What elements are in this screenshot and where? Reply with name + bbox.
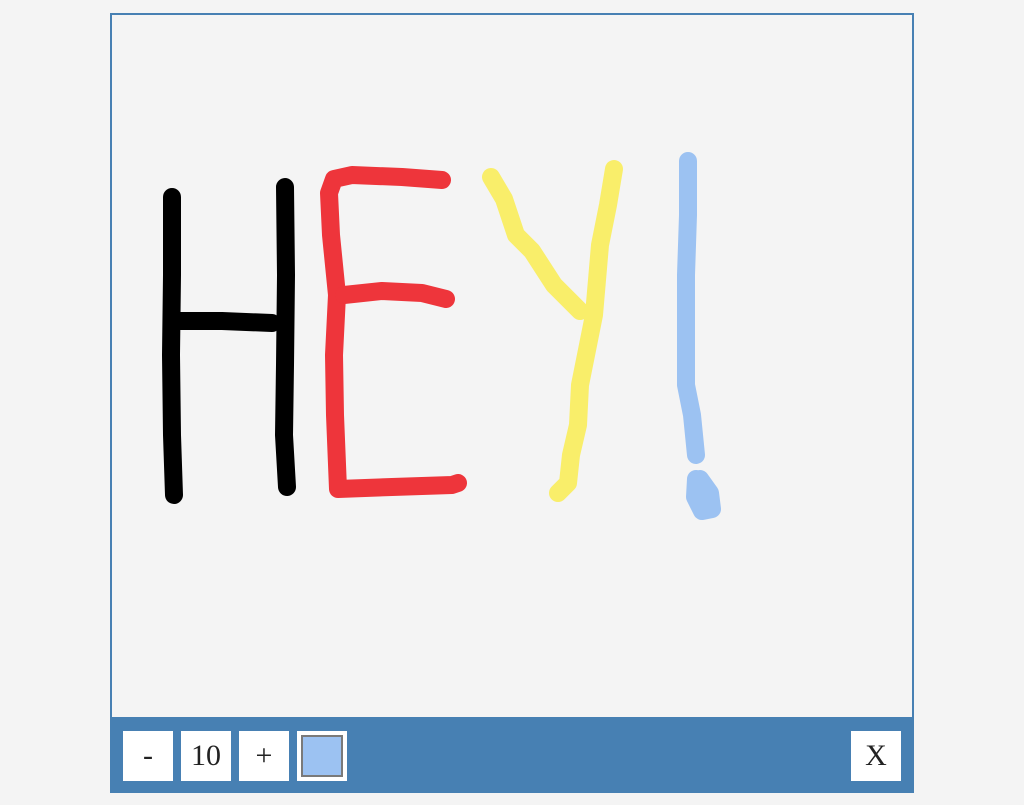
drawing-canvas[interactable] xyxy=(112,15,912,717)
stroke-y-left xyxy=(482,168,589,320)
stroke-e-main xyxy=(320,166,467,498)
stroke-h-right xyxy=(275,178,296,496)
close-button[interactable]: X xyxy=(851,731,901,781)
increase-brush-size-button[interactable]: + xyxy=(239,731,289,781)
bottom-toolbar: - 10 + X xyxy=(112,717,912,793)
stroke-y-right xyxy=(549,160,623,502)
paint-window: - 10 + X xyxy=(110,13,914,793)
stroke-e-middle xyxy=(335,282,455,308)
stroke-h-left xyxy=(162,188,183,504)
decrease-brush-size-button[interactable]: - xyxy=(123,731,173,781)
stroke-exclaim-line xyxy=(677,152,705,464)
current-color-swatch xyxy=(301,735,343,777)
stroke-exclaim-dot xyxy=(686,470,721,520)
color-picker-button[interactable] xyxy=(297,731,347,781)
brush-size-display: 10 xyxy=(181,731,231,781)
drawing-surface[interactable] xyxy=(112,15,912,717)
stroke-h-bar xyxy=(165,312,281,332)
